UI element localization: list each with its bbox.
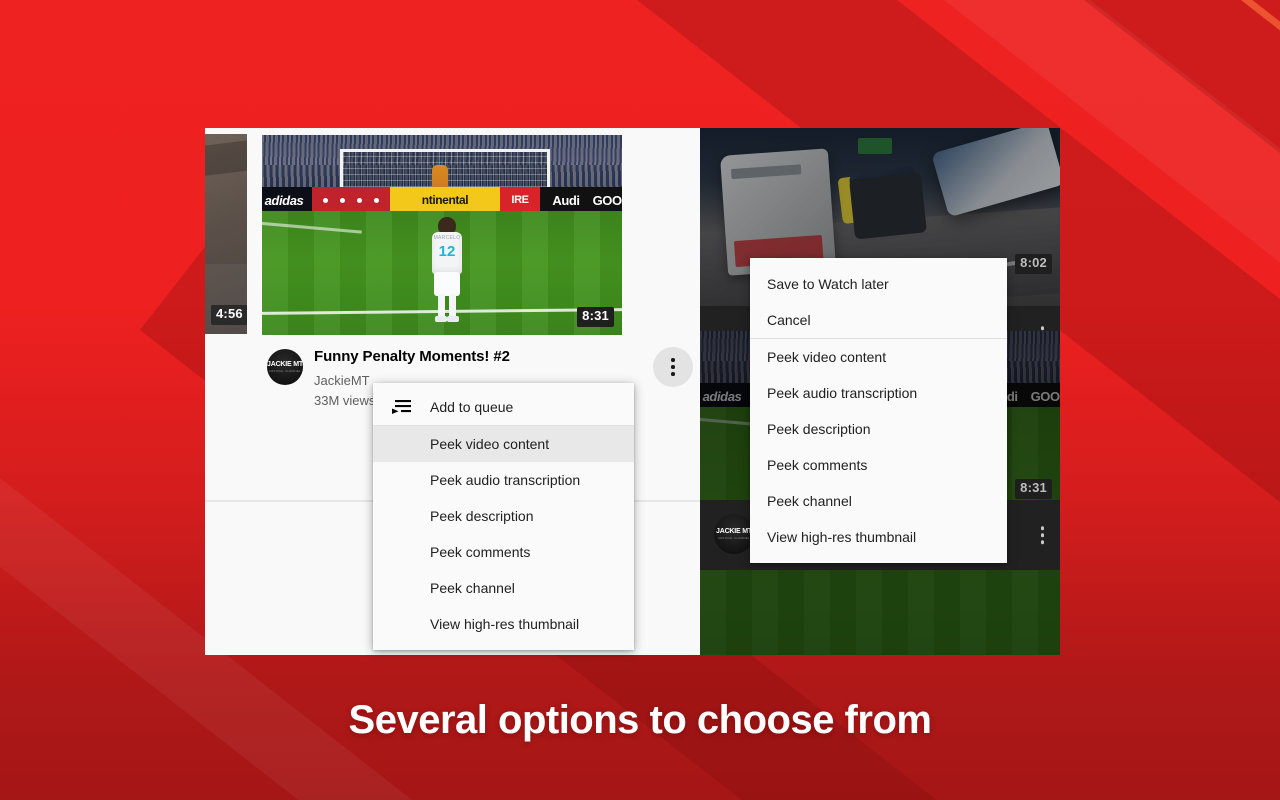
video-channel-name[interactable]: JackieMT xyxy=(314,370,370,392)
menu-item-label: Peek video content xyxy=(430,436,550,452)
avatar-sublabel: OFFICIAL CHANNEL xyxy=(269,369,301,374)
player-name: MARCELO xyxy=(433,235,461,241)
menu-item-peek-channel[interactable]: Peek channel xyxy=(373,570,634,606)
menu-item-peek-description[interactable]: Peek description xyxy=(750,411,1007,447)
menu-item-save-to-watch-later[interactable]: Save to Watch later xyxy=(750,266,1007,302)
edge-video-thumbnail[interactable]: 4:56 xyxy=(205,134,247,334)
menu-item-label: Save to Watch later xyxy=(767,276,889,292)
menu-item-label: Cancel xyxy=(767,312,811,328)
menu-item-peek-audio-transcription[interactable]: Peek audio transcription xyxy=(373,462,634,498)
menu-item-peek-comments[interactable]: Peek comments xyxy=(373,534,634,570)
avatar-label: JACKIE MT xyxy=(716,527,752,535)
video-duration-badge: 4:56 xyxy=(211,305,247,325)
menu-item-label: Peek comments xyxy=(430,544,531,560)
avatar-sublabel: OFFICIAL CHANNEL xyxy=(718,536,750,541)
avatar-label: JACKIE MT xyxy=(267,360,303,368)
video-title[interactable]: Funny Penalty Moments! #2 xyxy=(314,348,510,365)
ad-adidas: adidas xyxy=(262,187,312,213)
channel-avatar[interactable]: JACKIE MT OFFICIAL CHANNEL xyxy=(714,514,754,554)
menu-item-peek-video-content[interactable]: Peek video content xyxy=(373,426,634,462)
add-to-queue-icon xyxy=(373,400,430,414)
pitch-marking xyxy=(262,219,362,234)
soccer-player: MARCELO 12 xyxy=(430,217,464,322)
menu-item-peek-channel[interactable]: Peek channel xyxy=(750,483,1007,519)
menu-item-peek-audio-transcription[interactable]: Peek audio transcription xyxy=(750,375,1007,411)
menu-item-label: Peek video content xyxy=(767,349,887,365)
menu-item-view-high-res-thumbnail[interactable]: View high-res thumbnail xyxy=(750,519,1007,555)
menu-item-label: View high-res thumbnail xyxy=(767,529,917,545)
menu-item-peek-description[interactable]: Peek description xyxy=(373,498,634,534)
menu-item-peek-comments[interactable]: Peek comments xyxy=(750,447,1007,483)
video-view-count: 33M views xyxy=(314,393,376,408)
menu-item-cancel[interactable]: Cancel xyxy=(750,302,1007,338)
menu-item-label: View high-res thumbnail xyxy=(430,616,580,632)
channel-avatar[interactable]: JACKIE MT OFFICIAL CHANNEL xyxy=(267,349,303,385)
ad-continental: ntinental xyxy=(390,187,500,213)
more-vert-icon[interactable] xyxy=(1040,526,1044,544)
ad-target xyxy=(312,187,390,213)
video-thumbnail-soccer[interactable]: adidas ntinental IRE Audi GOOO MARCELO 1… xyxy=(262,135,622,335)
menu-item-label: Peek description xyxy=(430,508,534,524)
bg-stripe xyxy=(1240,0,1280,664)
player-number: 12 xyxy=(438,243,456,260)
context-menu-dark-panel[interactable]: Save to Watch later Cancel Peek video co… xyxy=(750,258,1007,563)
menu-item-view-high-res-thumbnail[interactable]: View high-res thumbnail xyxy=(373,606,634,642)
video-duration-badge: 8:31 xyxy=(577,307,614,327)
menu-item-add-to-queue[interactable]: Add to queue xyxy=(373,389,634,425)
menu-item-peek-video-content[interactable]: Peek video content xyxy=(750,339,1007,375)
menu-item-label: Peek channel xyxy=(430,580,515,596)
video-duration-badge: 8:02 xyxy=(1015,254,1052,274)
video-duration-badge: 8:31 xyxy=(1015,479,1052,499)
menu-item-label: Peek audio transcription xyxy=(430,472,581,488)
menu-item-label: Peek description xyxy=(767,421,871,437)
context-menu-light[interactable]: Add to queue Peek video content Peek aud… xyxy=(373,383,634,650)
menu-item-label: Peek audio transcription xyxy=(767,385,918,401)
advertising-boards: adidas ntinental IRE Audi GOOO xyxy=(262,187,622,213)
menu-item-label: Peek comments xyxy=(767,457,868,473)
ad-audi: Audi xyxy=(540,187,592,213)
menu-item-label: Add to queue xyxy=(430,399,514,415)
menu-item-label: Peek channel xyxy=(767,493,852,509)
screenshot-stage: 4:56 adidas ntinental IRE Audi GOOO xyxy=(205,128,1060,655)
bg-glow-stripe xyxy=(1130,0,1280,664)
promo-caption: Several options to choose from xyxy=(348,698,932,742)
ad-tire: IRE xyxy=(500,187,540,213)
ad-audi-rings: GOOO xyxy=(592,187,622,213)
more-vert-icon[interactable] xyxy=(653,347,693,387)
